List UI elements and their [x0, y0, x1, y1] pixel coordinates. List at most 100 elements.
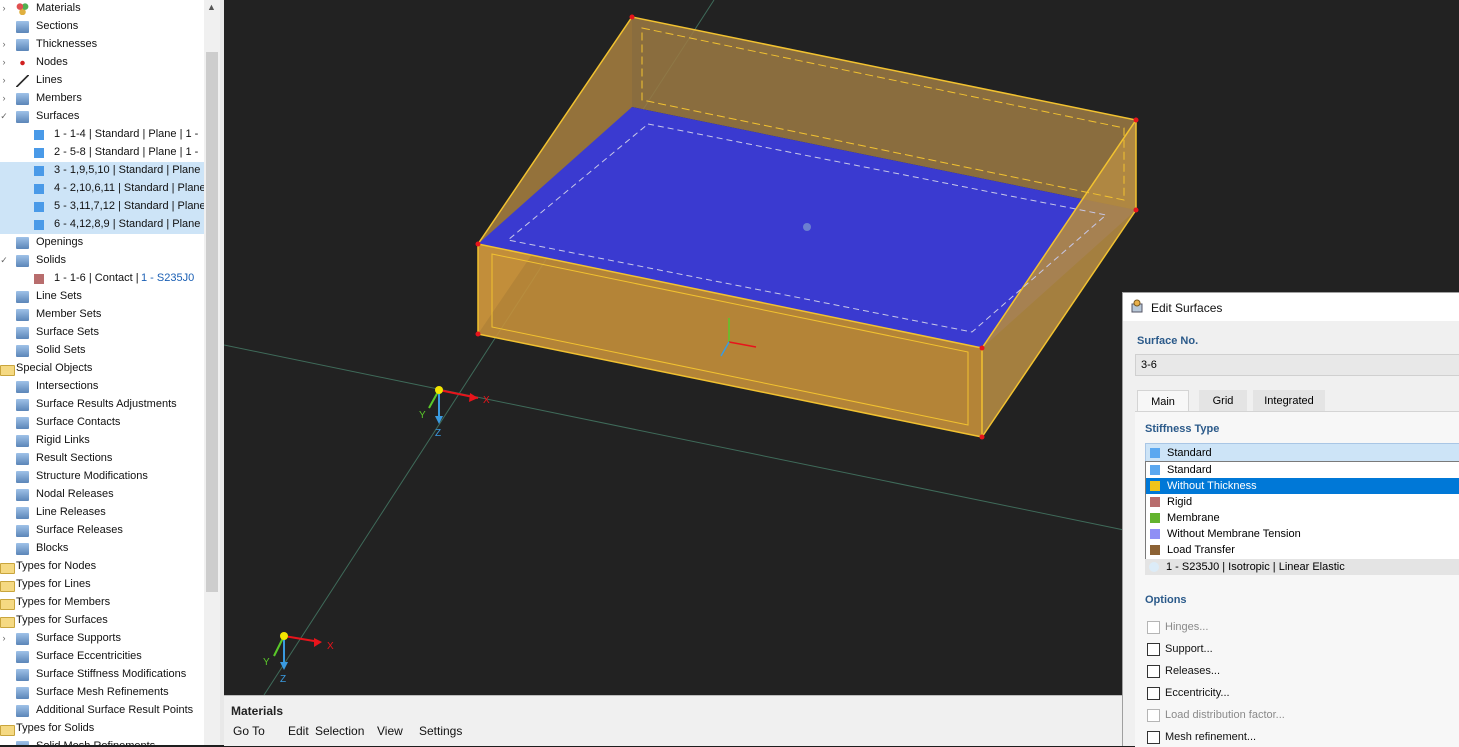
stiffness-option-label: Load Transfer: [1167, 544, 1235, 556]
navigator-item[interactable]: ✓ Solids: [0, 252, 204, 270]
navigator-item[interactable]: › Surface Supports: [0, 630, 204, 648]
surface-no-field[interactable]: 3-6: [1135, 354, 1459, 376]
navigator-item[interactable]: Openings: [0, 234, 204, 252]
solid-item-icon: [34, 274, 44, 284]
menu-goto[interactable]: Go To: [233, 724, 265, 738]
navigator-item[interactable]: Surface Results Adjustments: [0, 396, 204, 414]
navigator-item[interactable]: Surface Releases: [0, 522, 204, 540]
navigator-item-label: 2 - 5-8 | Standard | Plane | 1 -: [54, 146, 199, 158]
surface-ecc-icon: [16, 651, 29, 663]
navigator-item[interactable]: Surface Contacts: [0, 414, 204, 432]
stiffness-option[interactable]: Load Transfer: [1146, 542, 1459, 558]
stiffness-option-label: Membrane: [1167, 512, 1220, 524]
navigator-item[interactable]: Surface Sets: [0, 324, 204, 342]
navigator-item[interactable]: Member Sets: [0, 306, 204, 324]
navigator-item[interactable]: Types for Solids: [0, 720, 204, 738]
navigator-item[interactable]: Nodal Releases: [0, 486, 204, 504]
navigator-item[interactable]: Solid Sets: [0, 342, 204, 360]
navigator-item[interactable]: Types for Lines: [0, 576, 204, 594]
navigator-item[interactable]: Line Releases: [0, 504, 204, 522]
expand-toggle-icon[interactable]: ›: [0, 57, 8, 67]
navigator-item[interactable]: › Lines: [0, 72, 204, 90]
navigator-item-label: 3 - 1,9,5,10 | Standard | Plane: [54, 164, 201, 176]
expand-toggle-icon[interactable]: ✓: [0, 111, 8, 122]
stiffness-type-dropdown[interactable]: Standard Without Thickness Rigid Membrane Wi…: [1145, 461, 1459, 560]
tab-integrated[interactable]: Integrated: [1253, 390, 1325, 412]
navigator-item[interactable]: ✓ Surfaces: [0, 108, 204, 126]
option-checkbox[interactable]: [1147, 665, 1160, 678]
navigator-item[interactable]: 1 - 1-6 | Contact | 1 - S235J0: [0, 270, 204, 288]
structure-mod-icon: [16, 471, 29, 483]
navigator-item[interactable]: › Thicknesses: [0, 36, 204, 54]
stiffness-option-label: Standard: [1167, 464, 1212, 476]
option-checkbox[interactable]: [1147, 731, 1160, 744]
menu-edit[interactable]: Edit: [288, 724, 309, 738]
dialog-title: Edit Surfaces: [1151, 301, 1223, 315]
navigator-item[interactable]: Special Objects: [0, 360, 204, 378]
stiffness-option[interactable]: Membrane: [1146, 510, 1459, 526]
stiffness-type-select[interactable]: Standard: [1145, 443, 1459, 463]
stiffness-option[interactable]: Without Membrane Tension: [1146, 526, 1459, 542]
navigator-item[interactable]: Result Sections: [0, 450, 204, 468]
navigator-item[interactable]: Line Sets: [0, 288, 204, 306]
navigator-item[interactable]: › Nodes: [0, 54, 204, 72]
folder-icon: [0, 617, 15, 628]
solid-icon: [16, 255, 29, 267]
dialog-titlebar[interactable]: Edit Surfaces: [1123, 293, 1459, 321]
scroll-thumb[interactable]: [206, 52, 218, 592]
navigator-item[interactable]: Structure Modifications: [0, 468, 204, 486]
navigator-item[interactable]: 1 - 1-4 | Standard | Plane | 1 -: [0, 126, 204, 144]
navigator-item[interactable]: 4 - 2,10,6,11 | Standard | Plane: [0, 180, 206, 198]
menu-view[interactable]: View: [377, 724, 403, 738]
expand-toggle-icon[interactable]: ›: [0, 75, 8, 85]
expand-toggle-icon[interactable]: ›: [0, 93, 8, 103]
rigid-link-icon: [16, 435, 29, 447]
expand-toggle-icon[interactable]: ›: [0, 3, 8, 13]
tab-main[interactable]: Main: [1137, 390, 1189, 413]
navigator-item[interactable]: › Materials: [0, 0, 204, 18]
stiffness-option[interactable]: Without Thickness: [1146, 478, 1459, 494]
navigator-item[interactable]: 3 - 1,9,5,10 | Standard | Plane: [0, 162, 204, 180]
navigator-item[interactable]: Types for Nodes: [0, 558, 204, 576]
scroll-up-icon[interactable]: ▲: [207, 2, 216, 12]
stiffness-option[interactable]: Rigid: [1146, 494, 1459, 510]
nodal-release-icon: [16, 489, 29, 501]
stiffness-swatch-icon: [1150, 497, 1160, 507]
stiffness-option[interactable]: Standard: [1146, 462, 1459, 478]
option-checkbox-label: Mesh refinement...: [1165, 731, 1257, 743]
navigator-item[interactable]: Surface Stiffness Modifications: [0, 666, 204, 684]
solid-mesh-icon: [16, 741, 29, 745]
navigator-item[interactable]: Surface Eccentricities: [0, 648, 204, 666]
navigator-item-label: Special Objects: [16, 362, 93, 374]
navigator-item[interactable]: Sections: [0, 18, 204, 36]
option-checkbox[interactable]: [1147, 643, 1160, 656]
surface-item-icon: [34, 184, 44, 194]
expand-toggle-icon[interactable]: ›: [0, 39, 8, 49]
results-adjust-icon: [16, 399, 29, 411]
navigator-item-material-tag: 1 - S235J0: [141, 272, 195, 284]
navigator-item[interactable]: Intersections: [0, 378, 204, 396]
navigator-item[interactable]: Surface Mesh Refinements: [0, 684, 204, 702]
menu-settings[interactable]: Settings: [419, 724, 462, 738]
mesh-refine-icon: [16, 687, 29, 699]
navigator-item[interactable]: Rigid Links: [0, 432, 204, 450]
section-icon: [16, 21, 29, 33]
navigator-item[interactable]: Types for Surfaces: [0, 612, 204, 630]
expand-toggle-icon[interactable]: ✓: [0, 255, 8, 266]
option-checkbox[interactable]: [1147, 687, 1160, 700]
expand-toggle-icon[interactable]: ›: [0, 633, 8, 643]
navigator-item[interactable]: Solid Mesh Refinements: [0, 738, 204, 745]
menu-selection[interactable]: Selection: [315, 724, 364, 738]
opening-icon: [16, 237, 29, 249]
navigator-item[interactable]: Types for Members: [0, 594, 204, 612]
navigator-panel: › Materials Sections › Thicknesses › Nodes › Lin…: [0, 0, 224, 745]
navigator-item[interactable]: › Members: [0, 90, 204, 108]
navigator-item[interactable]: 6 - 4,12,8,9 | Standard | Plane: [0, 216, 204, 234]
navigator-item[interactable]: Additional Surface Result Points: [0, 702, 204, 720]
material-field[interactable]: 1 - S235J0 | Isotropic | Linear Elastic: [1145, 559, 1459, 575]
navigator-item[interactable]: 2 - 5-8 | Standard | Plane | 1 -: [0, 144, 204, 162]
navigator-scrollbar[interactable]: ▲: [204, 0, 220, 745]
navigator-item[interactable]: Blocks: [0, 540, 204, 558]
navigator-item[interactable]: 5 - 3,11,7,12 | Standard | Plane: [0, 198, 206, 216]
tab-grid[interactable]: Grid: [1199, 390, 1247, 412]
